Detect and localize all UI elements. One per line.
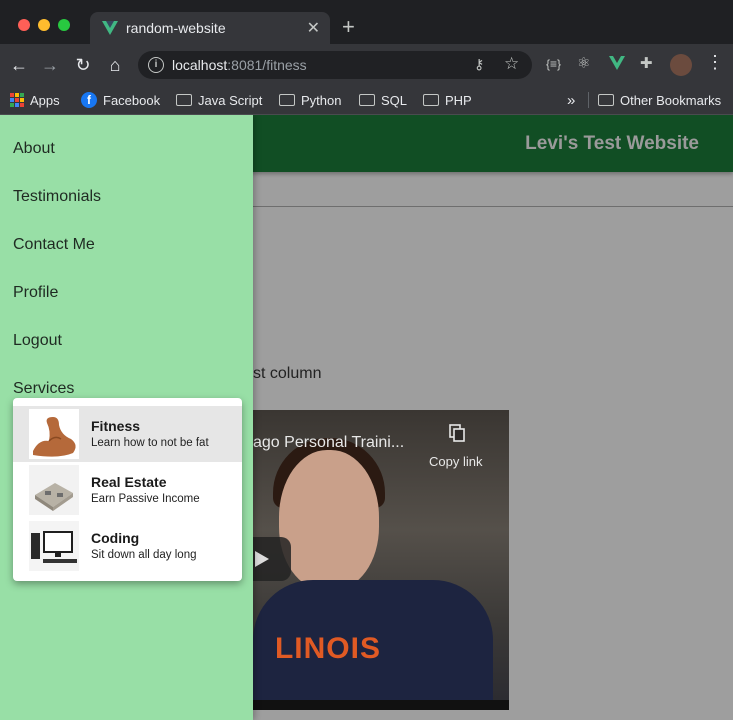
copy-icon[interactable] — [449, 424, 465, 442]
menu-item-coding[interactable]: Coding Sit down all day long — [13, 518, 242, 574]
video-person-face — [279, 450, 379, 590]
nav-item-services[interactable]: Services — [13, 380, 74, 398]
new-tab-button[interactable]: + — [342, 16, 355, 38]
react-devtools-icon[interactable]: ⚛ — [577, 54, 590, 72]
flexed-arm-icon — [29, 409, 79, 459]
bookmark-label: Facebook — [103, 92, 161, 108]
nav-item-testimonials[interactable]: Testimonials — [13, 188, 101, 206]
bookmarks-separator — [588, 92, 589, 108]
back-icon[interactable]: ← — [9, 55, 29, 75]
apps-grid-icon — [10, 93, 24, 107]
bookmarks-overflow-icon[interactable]: » — [567, 90, 575, 110]
bookmark-label: Apps — [30, 92, 60, 108]
vue-logo-icon — [102, 21, 118, 35]
facebook-icon: f — [81, 92, 97, 108]
site-info-icon[interactable]: i — [148, 57, 164, 73]
browser-tab[interactable]: random-website ✕ — [90, 12, 330, 44]
nav-item-contact-me[interactable]: Contact Me — [13, 236, 95, 254]
folder-icon — [279, 94, 295, 106]
nav-item-logout[interactable]: Logout — [13, 332, 62, 350]
shirt-lettering: LINOIS — [274, 632, 381, 665]
bookmark-sql[interactable]: SQL — [359, 90, 407, 110]
home-icon[interactable]: ⌂ — [105, 55, 125, 75]
profile-avatar[interactable] — [670, 54, 692, 76]
minimize-window-button[interactable] — [38, 19, 50, 31]
bookmark-apps[interactable]: Apps — [10, 90, 60, 110]
address-bar[interactable]: i localhost:8081/fitness ⚷ ☆ — [138, 51, 532, 79]
menu-item-title: Coding — [91, 530, 140, 546]
tab-close-icon[interactable]: ✕ — [307, 18, 320, 38]
folder-icon — [359, 94, 375, 106]
bookmark-javascript[interactable]: Java Script — [176, 90, 262, 110]
navigation-drawer: About Testimonials Contact Me Profile Lo… — [0, 115, 253, 720]
menu-item-title: Fitness — [91, 418, 141, 434]
reload-icon[interactable]: ↻ — [73, 55, 93, 75]
extension-json-icon[interactable]: {≡} — [546, 57, 561, 71]
column-text: st column — [253, 365, 322, 382]
url-path: :8081/fitness — [227, 57, 307, 73]
play-button[interactable] — [253, 537, 291, 581]
page-content: Levi's Test Website st column LINOIS ago… — [0, 115, 733, 720]
video-title[interactable]: ago Personal Traini... — [253, 434, 404, 452]
menu-item-real-estate[interactable]: Real Estate Earn Passive Income — [13, 462, 242, 518]
bookmark-php[interactable]: PHP — [423, 90, 472, 110]
copy-link-label[interactable]: Copy link — [429, 454, 482, 469]
video-bottom-bar — [253, 700, 509, 710]
other-bookmarks[interactable]: Other Bookmarks — [598, 90, 721, 110]
video-embed[interactable]: LINOIS ago Personal Traini... Copy link — [253, 410, 509, 710]
bookmark-label: PHP — [445, 92, 472, 108]
computer-icon — [29, 521, 79, 571]
folder-icon — [423, 94, 439, 106]
bookmark-python[interactable]: Python — [279, 90, 341, 110]
kebab-menu-icon[interactable]: ⋮ — [706, 52, 724, 73]
bookmark-label: Java Script — [198, 92, 263, 108]
house-icon — [29, 465, 79, 515]
menu-item-fitness[interactable]: Fitness Learn how to not be fat — [13, 406, 242, 462]
play-icon — [255, 551, 269, 567]
bookmark-facebook[interactable]: f Facebook — [81, 90, 160, 110]
nav-item-about[interactable]: About — [13, 140, 55, 158]
url-host: localhost — [172, 57, 228, 73]
browser-tab-bar: random-website ✕ + — [0, 0, 733, 44]
bookmark-label: Python — [301, 92, 342, 108]
url-text[interactable]: localhost:8081/fitness — [172, 57, 307, 73]
menu-item-subtitle: Sit down all day long — [91, 549, 197, 561]
tab-title: random-website — [126, 20, 226, 36]
folder-icon — [598, 94, 614, 106]
extensions-puzzle-icon[interactable]: ✚ — [640, 54, 653, 72]
maximize-window-button[interactable] — [58, 19, 70, 31]
menu-item-title: Real Estate — [91, 474, 167, 490]
bookmark-label: Other Bookmarks — [620, 92, 722, 108]
browser-toolbar: ← → ↻ ⌂ i localhost:8081/fitness ⚷ ☆ {≡}… — [0, 44, 733, 86]
menu-item-subtitle: Learn how to not be fat — [91, 437, 209, 449]
close-window-button[interactable] — [18, 19, 30, 31]
bookmarks-bar: Apps f Facebook Java Script Python SQL P… — [0, 86, 733, 115]
site-title: Levi's Test Website — [525, 133, 699, 154]
services-dropdown-menu: Fitness Learn how to not be fat Real Est… — [13, 398, 242, 581]
forward-icon[interactable]: → — [40, 55, 60, 75]
folder-icon — [176, 94, 192, 106]
vue-devtools-icon[interactable] — [609, 55, 625, 71]
bookmark-label: SQL — [381, 92, 408, 108]
content-divider — [253, 206, 733, 207]
bookmark-star-icon[interactable]: ☆ — [504, 54, 519, 74]
menu-item-subtitle: Earn Passive Income — [91, 493, 200, 505]
key-icon[interactable]: ⚷ — [474, 56, 484, 73]
nav-item-profile[interactable]: Profile — [13, 284, 58, 302]
